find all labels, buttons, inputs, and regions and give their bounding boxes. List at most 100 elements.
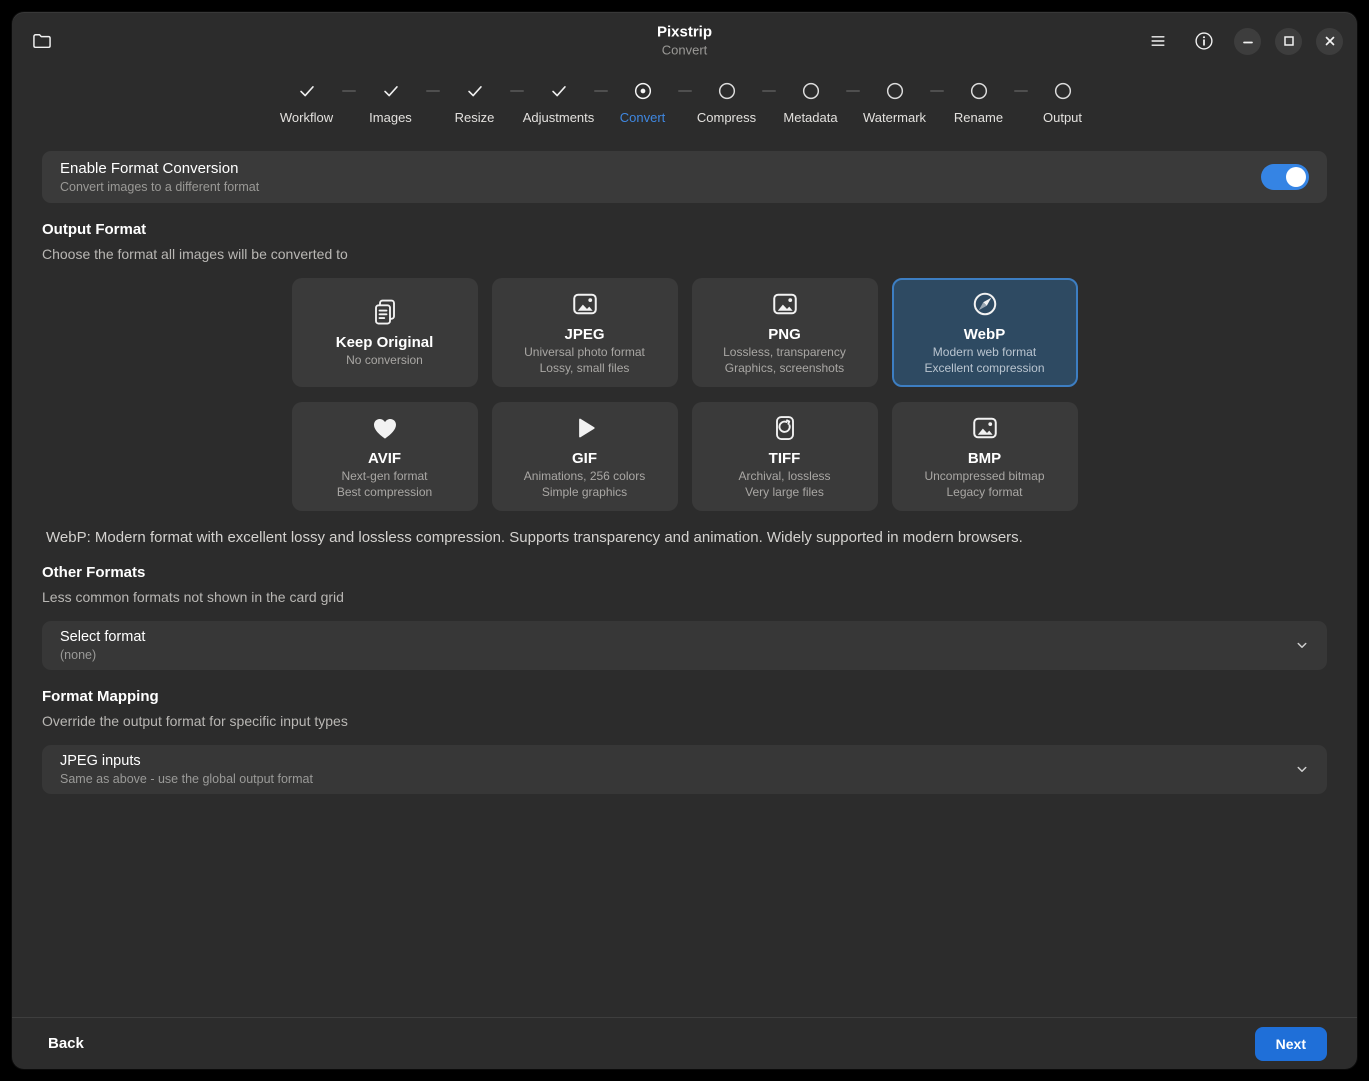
- card-line: Simple graphics: [542, 485, 627, 501]
- step-label: Metadata: [783, 110, 837, 125]
- card-title: PNG: [768, 325, 801, 345]
- output-format-heading: Output Format: [42, 221, 1327, 238]
- select-value: Same as above - use the global output fo…: [60, 771, 1283, 787]
- maximize-button[interactable]: [1275, 28, 1302, 55]
- format-card-webp[interactable]: WebP Modern web format Excellent compres…: [892, 278, 1078, 387]
- next-button[interactable]: Next: [1255, 1027, 1327, 1061]
- format-card-gif[interactable]: GIF Animations, 256 colors Simple graphi…: [492, 402, 678, 511]
- card-line: Next-gen format: [341, 469, 427, 485]
- minimize-button[interactable]: [1234, 28, 1261, 55]
- maximize-icon: [1282, 34, 1296, 48]
- card-title: WebP: [964, 325, 1005, 345]
- image-icon: [770, 288, 800, 320]
- image-icon: [970, 412, 1000, 444]
- chevron-down-icon: [1293, 760, 1311, 778]
- card-line: Universal photo format: [524, 345, 645, 361]
- format-mapping-heading: Format Mapping: [42, 688, 1327, 705]
- card-line: Graphics, screenshots: [725, 361, 844, 377]
- heart-icon: [370, 412, 400, 444]
- card-line: Legacy format: [946, 485, 1022, 501]
- play-icon: [570, 412, 600, 444]
- circle-icon: [968, 78, 990, 104]
- step-rename[interactable]: Rename: [944, 78, 1014, 125]
- step-label: Adjustments: [523, 110, 595, 125]
- card-line: Best compression: [337, 485, 432, 501]
- step-resize[interactable]: Resize: [440, 78, 510, 125]
- step-output[interactable]: Output: [1028, 78, 1098, 125]
- window-title-block: Pixstrip Convert: [657, 24, 712, 59]
- select-label: Select format: [60, 628, 1283, 647]
- selected-format-note: WebP: Modern format with excellent lossy…: [42, 529, 1327, 546]
- step-label: Output: [1043, 110, 1082, 125]
- format-conversion-toggle[interactable]: [1261, 164, 1309, 190]
- headerbar: Pixstrip Convert: [12, 12, 1357, 70]
- format-card-tiff[interactable]: TIFF Archival, lossless Very large files: [692, 402, 878, 511]
- output-format-description: Choose the format all images will be con…: [42, 246, 1327, 262]
- card-line: Lossless, transparency: [723, 345, 846, 361]
- step-label: Rename: [954, 110, 1003, 125]
- back-button[interactable]: Back: [42, 1027, 90, 1060]
- wizard-stepper: Workflow Images Resize Adjustments Conve…: [12, 70, 1357, 135]
- card-title: Keep Original: [336, 333, 434, 353]
- window-subtitle: Convert: [657, 42, 712, 58]
- step-label: Resize: [455, 110, 495, 125]
- step-connector: [678, 90, 692, 92]
- enable-format-conversion-row: Enable Format Conversion Convert images …: [42, 151, 1327, 203]
- step-metadata[interactable]: Metadata: [776, 78, 846, 125]
- step-label: Compress: [697, 110, 756, 125]
- card-line: No conversion: [346, 353, 423, 369]
- step-images[interactable]: Images: [356, 78, 426, 125]
- format-card-keep-original[interactable]: Keep Original No conversion: [292, 278, 478, 387]
- check-icon: [464, 78, 486, 104]
- format-card-png[interactable]: PNG Lossless, transparency Graphics, scr…: [692, 278, 878, 387]
- window-title: Pixstrip: [657, 24, 712, 43]
- enable-row-subtitle: Convert images to a different format: [60, 179, 259, 195]
- close-icon: [1323, 34, 1337, 48]
- step-watermark[interactable]: Watermark: [860, 78, 930, 125]
- image-icon: [570, 288, 600, 320]
- about-button[interactable]: [1188, 25, 1220, 57]
- open-folder-button[interactable]: [26, 25, 58, 57]
- card-title: GIF: [572, 449, 597, 469]
- info-icon: [1193, 30, 1215, 52]
- step-connector: [930, 90, 944, 92]
- current-step-icon: [632, 78, 654, 104]
- other-formats-description: Less common formats not shown in the car…: [42, 589, 1327, 605]
- step-convert[interactable]: Convert: [608, 78, 678, 125]
- select-label: JPEG inputs: [60, 752, 1283, 771]
- select-value: (none): [60, 647, 1283, 663]
- card-title: JPEG: [564, 325, 604, 345]
- format-mapping-description: Override the output format for specific …: [42, 713, 1327, 729]
- step-connector: [594, 90, 608, 92]
- card-line: Very large files: [745, 485, 824, 501]
- card-line: Modern web format: [933, 345, 1036, 361]
- card-line: Excellent compression: [924, 361, 1044, 377]
- copy-icon: [370, 296, 400, 328]
- format-card-bmp[interactable]: BMP Uncompressed bitmap Legacy format: [892, 402, 1078, 511]
- other-formats-select[interactable]: Select format (none): [42, 621, 1327, 670]
- disc-icon: [770, 412, 800, 444]
- other-formats-heading: Other Formats: [42, 564, 1327, 581]
- step-compress[interactable]: Compress: [692, 78, 762, 125]
- format-card-jpeg[interactable]: JPEG Universal photo format Lossy, small…: [492, 278, 678, 387]
- circle-icon: [884, 78, 906, 104]
- step-workflow[interactable]: Workflow: [272, 78, 342, 125]
- card-title: BMP: [968, 449, 1001, 469]
- step-label: Convert: [620, 110, 666, 125]
- jpeg-inputs-select[interactable]: JPEG inputs Same as above - use the glob…: [42, 745, 1327, 794]
- step-connector: [846, 90, 860, 92]
- circle-icon: [800, 78, 822, 104]
- close-button[interactable]: [1316, 28, 1343, 55]
- step-connector: [426, 90, 440, 92]
- menu-button[interactable]: [1142, 25, 1174, 57]
- step-label: Workflow: [280, 110, 333, 125]
- format-card-avif[interactable]: AVIF Next-gen format Best compression: [292, 402, 478, 511]
- step-connector: [1014, 90, 1028, 92]
- card-title: TIFF: [769, 449, 801, 469]
- enable-row-title: Enable Format Conversion: [60, 159, 259, 179]
- card-line: Uncompressed bitmap: [924, 469, 1044, 485]
- chevron-down-icon: [1293, 636, 1311, 654]
- step-adjustments[interactable]: Adjustments: [524, 78, 594, 125]
- step-label: Watermark: [863, 110, 926, 125]
- step-connector: [342, 90, 356, 92]
